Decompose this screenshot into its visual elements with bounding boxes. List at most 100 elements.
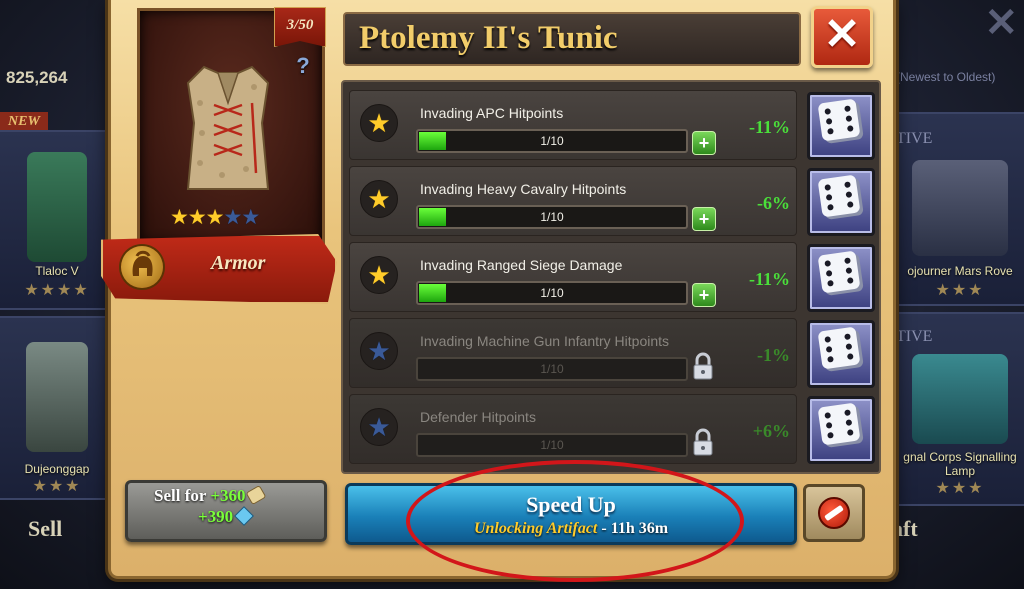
sell-button[interactable]: Sell for +360 +390 — [125, 480, 327, 542]
bg-card-label: Dujeonggap — [24, 462, 90, 476]
sell-line2: +390 — [198, 507, 253, 527]
bg-card-stars: ★★★★ — [24, 282, 90, 299]
bg-card-stars: ★★★ — [935, 282, 985, 299]
close-button[interactable]: ✕ — [811, 6, 873, 68]
stat-name: Defender Hitpoints — [420, 409, 536, 425]
stat-progress-text: 1/10 — [540, 438, 564, 452]
sell-line1: Sell for +360 — [154, 486, 265, 506]
title-plate: Ptolemy II's Tunic — [343, 12, 801, 66]
speed-up-label: Speed Up — [526, 492, 616, 517]
star-empty-icon: ★ — [241, 206, 260, 229]
bg-card-tag: TIVE — [896, 328, 933, 345]
upgrade-plus-icon[interactable]: + — [692, 283, 716, 307]
bg-card-left-2[interactable]: Dujeonggap ★★★ — [0, 316, 118, 500]
bg-card-stars: ★★★ — [32, 478, 82, 495]
stats-panel: ★ Invading APC Hitpoints 1/10 + -11% ★ I… — [341, 80, 881, 474]
dice-icon — [817, 326, 861, 370]
speed-up-button[interactable]: Speed Up Unlocking Artifact - 11h 36m — [345, 483, 797, 545]
stat-name: Invading Heavy Cavalry Hitpoints — [420, 181, 627, 197]
reroll-dice-button[interactable] — [807, 92, 875, 160]
bg-card-stars: ★★★ — [935, 480, 985, 497]
stat-value: +6% — [752, 421, 790, 441]
bg-card-right-2[interactable]: TIVE gnal Corps Signalling Lamp ★★★ — [888, 312, 1024, 506]
reroll-dice-button[interactable] — [807, 168, 875, 236]
star-filled-icon: ★ — [170, 206, 189, 229]
star-empty-icon: ★ — [360, 408, 398, 446]
helmet-icon — [121, 246, 163, 288]
stat-progress-text: 1/10 — [540, 362, 564, 376]
unlock-status: Unlocking Artifact - 11h 36m — [348, 520, 794, 538]
stat-value: -6% — [757, 193, 790, 213]
close-icon: ✕ — [823, 10, 861, 59]
category-label: Armor — [211, 252, 266, 274]
statue-icon — [27, 152, 87, 262]
star-filled-icon: ★ — [360, 180, 398, 218]
stat-value: -11% — [748, 269, 790, 289]
item-portrait: 3/50 ? ★★★★★ — [137, 7, 326, 246]
reroll-dice-button[interactable] — [807, 396, 875, 464]
star-empty-icon: ★ — [223, 206, 242, 229]
stat-row: ★ Invading APC Hitpoints 1/10 + -11% — [349, 90, 797, 160]
stat-value: -11% — [748, 117, 790, 137]
star-filled-icon: ★ — [205, 206, 225, 229]
lock-icon — [693, 352, 713, 380]
stat-progress-bar: 1/10 — [416, 357, 688, 381]
lamp-icon — [912, 354, 1008, 444]
dice-icon — [817, 402, 861, 446]
dice-icon — [817, 250, 861, 294]
star-empty-icon: ★ — [360, 332, 398, 370]
help-icon[interactable]: ? — [294, 55, 312, 77]
stat-value: -1% — [757, 345, 790, 365]
artifact-dialog: 3/50 ? ★★★★★ Armor Ptolemy II's Tunic ✕ … — [101, 0, 896, 579]
stat-name: Invading APC Hitpoints — [420, 105, 564, 121]
armor-figure-icon — [26, 342, 88, 452]
sort-label[interactable]: (Newest to Oldest) — [896, 70, 995, 84]
dice-icon — [817, 174, 861, 218]
lock-icon — [693, 428, 713, 456]
stat-progress-bar: 1/10 — [416, 129, 688, 153]
bg-card-right-1[interactable]: TIVE ojourner Mars Rove ★★★ — [888, 112, 1024, 306]
tunic-icon — [186, 65, 270, 190]
stat-progress-bar: 1/10 — [416, 433, 688, 457]
bg-card-tag: TIVE — [896, 130, 933, 147]
cancel-unlock-button[interactable] — [803, 484, 865, 542]
bg-card-label: gnal Corps Signalling Lamp — [903, 450, 1017, 478]
stat-row: ★ Invading Ranged Siege Damage 1/10 + -1… — [349, 242, 797, 312]
unlock-time: 11h 36m — [610, 520, 669, 537]
rover-icon — [912, 160, 1008, 256]
stat-progress-bar: 1/10 — [416, 281, 688, 305]
dice-icon — [817, 98, 861, 142]
currency-display: 825,264 — [6, 68, 68, 87]
upgrade-plus-icon[interactable]: + — [692, 131, 716, 155]
scroll-icon — [246, 486, 265, 504]
count-badge: 3/50 — [274, 7, 326, 47]
new-badge: NEW — [0, 112, 48, 132]
dialog-title: Ptolemy II's Tunic — [359, 20, 618, 56]
stat-progress-text: 1/10 — [540, 210, 564, 224]
unlock-separator: - — [597, 520, 611, 537]
bg-card-label: ojourner Mars Rove — [907, 264, 1013, 278]
unlock-status-text: Unlocking Artifact — [473, 520, 598, 537]
star-filled-icon: ★ — [187, 206, 207, 229]
reroll-dice-button[interactable] — [807, 244, 875, 312]
bg-sell-tab[interactable]: Sell — [28, 516, 62, 542]
gem-icon — [235, 507, 253, 525]
star-filled-icon: ★ — [360, 104, 398, 142]
bg-card-left-1[interactable]: Tlaloc V ★★★★ — [0, 130, 118, 310]
upgrade-plus-icon[interactable]: + — [692, 207, 716, 231]
star-filled-icon: ★ — [360, 256, 398, 294]
stat-name: Invading Ranged Siege Damage — [420, 257, 623, 273]
stat-row-locked: ★ Defender Hitpoints 1/10 +6% — [349, 394, 797, 464]
stat-progress-bar: 1/10 — [416, 205, 688, 229]
item-star-rating: ★★★★★ — [170, 205, 260, 230]
bg-card-label: Tlaloc V — [35, 264, 79, 278]
bg-close-icon[interactable]: ✕ — [984, 0, 1018, 46]
stat-progress-text: 1/10 — [540, 134, 564, 148]
reroll-dice-button[interactable] — [807, 320, 875, 388]
stat-name: Invading Machine Gun Infantry Hitpoints — [420, 333, 670, 349]
sell-amount-gem: +390 — [198, 507, 234, 526]
stat-row-locked: ★ Invading Machine Gun Infantry Hitpoint… — [349, 318, 797, 388]
sell-prefix: Sell for — [154, 486, 207, 505]
stat-progress-text: 1/10 — [540, 286, 564, 300]
stat-row: ★ Invading Heavy Cavalry Hitpoints 1/10 … — [349, 166, 797, 236]
